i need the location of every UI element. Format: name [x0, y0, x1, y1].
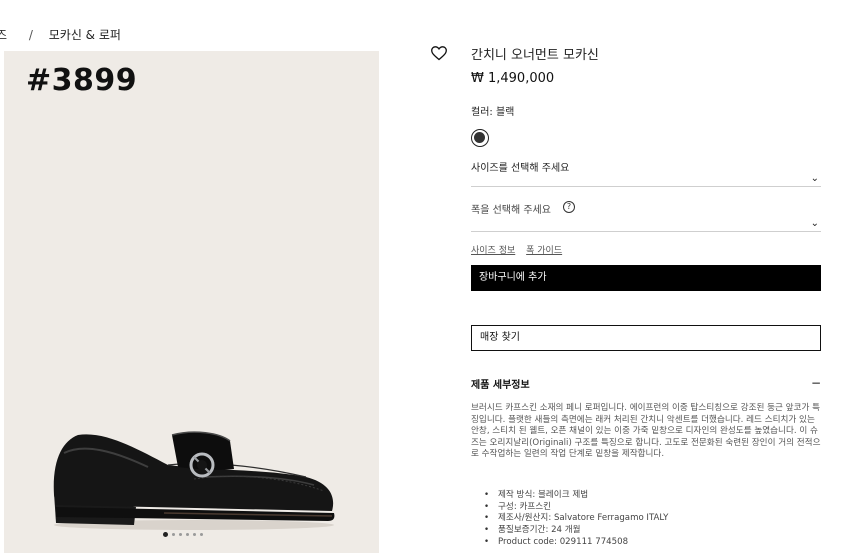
add-to-cart-button[interactable]: 장바구니에 추가: [471, 265, 821, 291]
carousel-dot[interactable]: [163, 532, 168, 537]
breadcrumb-current[interactable]: 모카신 & 로퍼: [49, 28, 121, 42]
guide-links: 사이즈 정보 폭 가이드: [471, 243, 570, 256]
info-icon[interactable]: ?: [563, 201, 575, 213]
carousel-dot[interactable]: [172, 533, 175, 536]
chevron-down-icon: ⌄: [810, 173, 819, 184]
product-details-heading: 제품 세부정보: [471, 380, 530, 391]
size-info-link[interactable]: 사이즈 정보: [471, 246, 515, 256]
list-item: 구성: 카프스킨: [484, 502, 668, 514]
collapse-icon[interactable]: −: [811, 376, 821, 390]
image-carousel-dots[interactable]: [163, 532, 203, 537]
carousel-dot[interactable]: [193, 533, 196, 536]
list-item: 제조사/원산지: Salvatore Ferragamo ITALY: [484, 513, 668, 525]
chevron-down-icon: ⌄: [810, 218, 819, 229]
product-image-gallery[interactable]: #3899: [4, 51, 379, 553]
product-details-toggle[interactable]: 제품 세부정보 −: [471, 376, 821, 391]
loafer-image: [53, 431, 335, 530]
find-store-button[interactable]: 매장 찾기: [471, 325, 821, 351]
carousel-dot[interactable]: [179, 533, 182, 536]
carousel-dot[interactable]: [200, 533, 203, 536]
breadcrumb-separator: /: [28, 28, 33, 42]
width-select-placeholder: 폭을 선택해 주세요: [471, 205, 551, 216]
product-specs-list: 제작 방식: 블레이크 제법 구성: 카프스킨 제조사/원산지: Salvato…: [484, 490, 668, 549]
heart-icon[interactable]: [430, 45, 448, 61]
product-description: 브러시드 카프스킨 소재의 페니 로퍼입니다. 에이프런의 이중 탑스티칭으로 …: [471, 403, 821, 460]
list-item: 품질보증기간: 24 개월: [484, 525, 668, 537]
width-guide-link[interactable]: 폭 가이드: [526, 246, 562, 256]
sku-overlay-label: #3899: [26, 63, 138, 98]
color-swatch-black[interactable]: [471, 129, 489, 147]
list-item: 제작 방식: 블레이크 제법: [484, 490, 668, 502]
size-select[interactable]: 사이즈를 선택해 주세요 ⌄: [471, 159, 821, 187]
width-select[interactable]: 폭을 선택해 주세요 ? ⌄: [471, 201, 821, 232]
size-select-placeholder: 사이즈를 선택해 주세요: [471, 163, 570, 174]
list-item: Product code: 029111 774508: [484, 537, 668, 549]
product-price: ₩ 1,490,000: [471, 71, 555, 86]
product-title: 간치니 오너먼트 모카신: [471, 48, 599, 63]
carousel-dot[interactable]: [186, 533, 189, 536]
breadcrumb-prev-link[interactable]: 즈: [0, 28, 7, 42]
breadcrumb: 즈 / 모카신 & 로퍼: [0, 26, 121, 43]
color-label: 컬러: 블랙: [471, 107, 515, 118]
